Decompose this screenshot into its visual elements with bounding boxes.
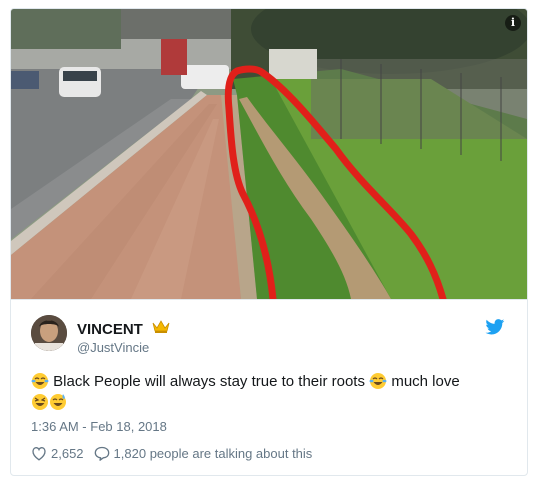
tweet-text-part1: Black People will always stay true to th… bbox=[53, 373, 365, 390]
tweet-photo[interactable]: i bbox=[11, 9, 527, 299]
comment-icon bbox=[94, 446, 109, 461]
display-name[interactable]: VINCENT bbox=[77, 321, 143, 338]
crown-icon bbox=[152, 320, 170, 338]
tweet-timestamp[interactable]: 1:36 AM - Feb 18, 2018 bbox=[31, 419, 167, 434]
heart-icon bbox=[32, 447, 46, 461]
conversation-count: 1,820 people are talking about this bbox=[113, 446, 313, 461]
like-count: 2,652 bbox=[51, 446, 84, 461]
embedded-tweet-card[interactable]: i VINCENT @JustVincie Black People will … bbox=[10, 8, 528, 476]
media-divider bbox=[11, 299, 527, 300]
avatar[interactable] bbox=[31, 315, 67, 351]
like-button[interactable]: 2,652 bbox=[31, 446, 84, 461]
avatar-image bbox=[31, 315, 67, 351]
grinning-squinting-face-icon bbox=[32, 394, 48, 410]
face-with-tears-of-joy-icon bbox=[369, 373, 387, 389]
face-with-tears-of-joy-icon bbox=[31, 373, 49, 389]
twitter-bird-icon[interactable] bbox=[485, 319, 505, 340]
user-info[interactable]: VINCENT @JustVincie bbox=[77, 320, 170, 355]
grinning-face-with-sweat-icon bbox=[50, 394, 66, 410]
info-icon[interactable]: i bbox=[505, 15, 521, 31]
photo-roadside-path bbox=[11, 9, 527, 299]
tweet-text-part2: much love bbox=[391, 373, 460, 390]
tweet-text: Black People will always stay true to th… bbox=[31, 371, 511, 413]
reply-button[interactable]: 1,820 people are talking about this bbox=[94, 446, 313, 461]
user-handle[interactable]: @JustVincie bbox=[77, 340, 170, 355]
tweet-actions: 2,652 1,820 people are talking about thi… bbox=[31, 446, 322, 461]
